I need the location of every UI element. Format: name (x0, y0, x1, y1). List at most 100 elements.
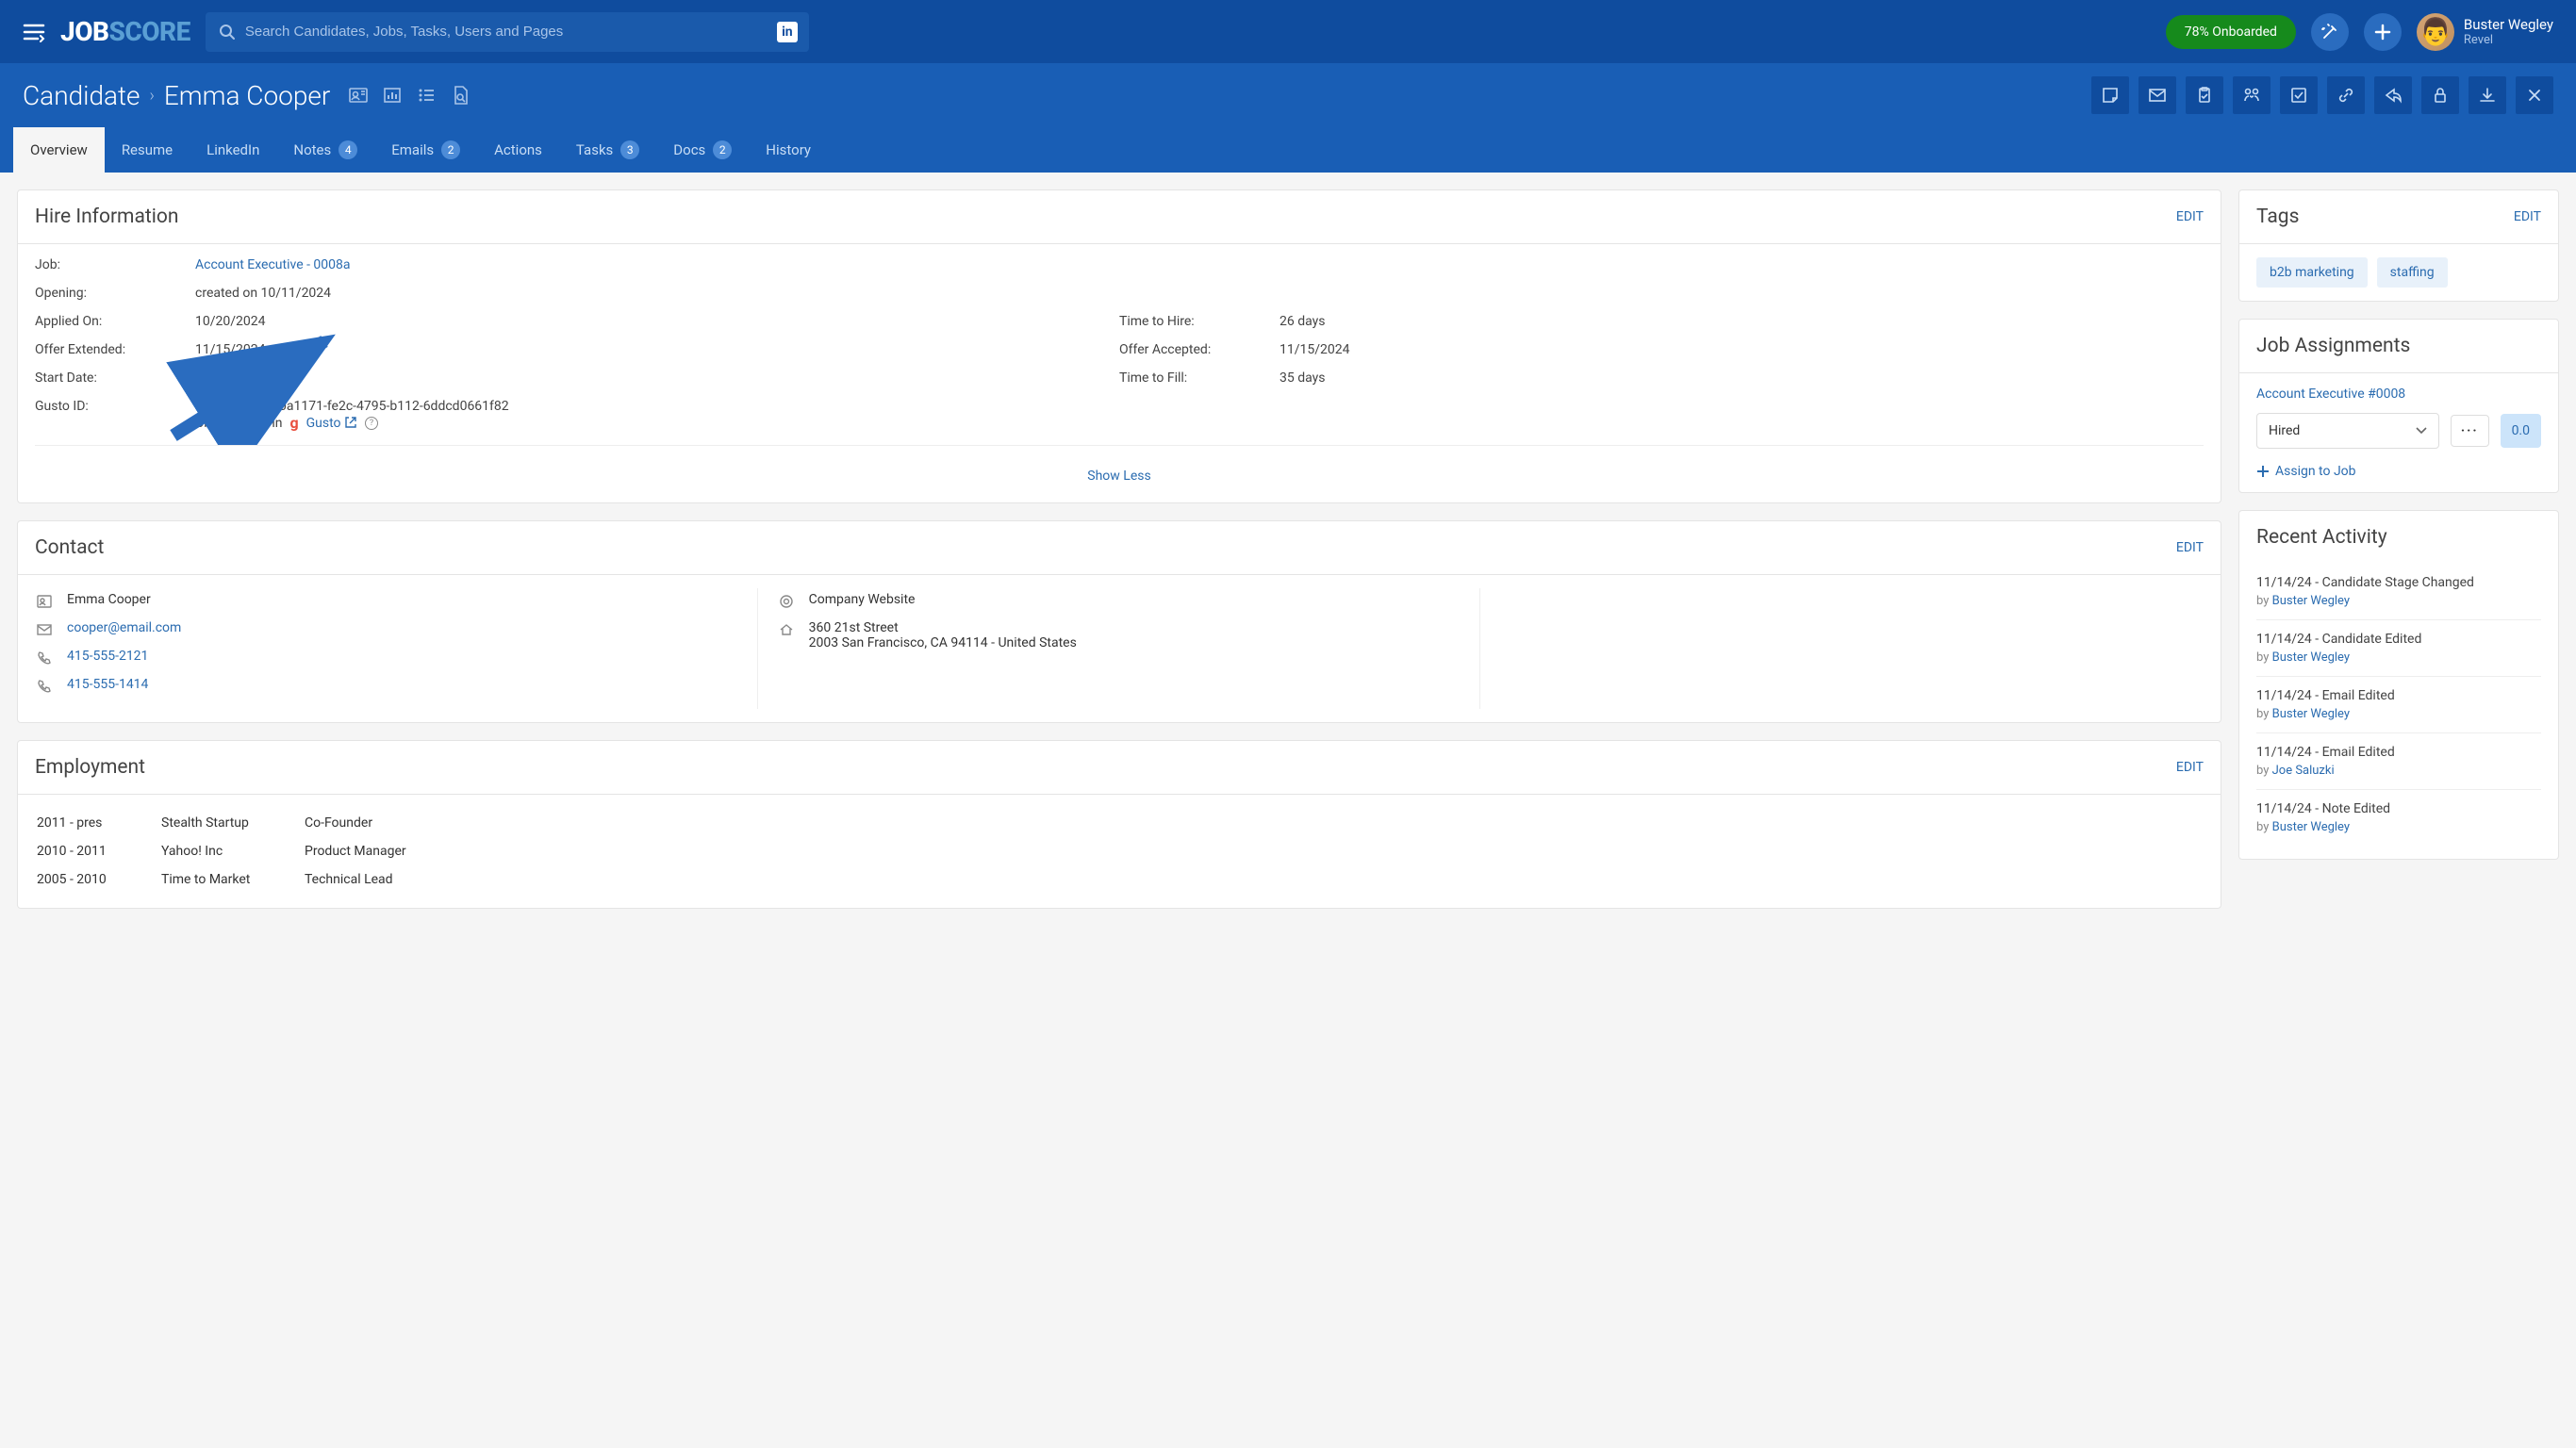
user-name: Buster Wegley (2464, 16, 2553, 33)
contact-title: Contact (35, 536, 104, 559)
lock-action[interactable] (2421, 76, 2459, 114)
recent-activity-title: Recent Activity (2256, 526, 2387, 549)
candidate-name: Emma Cooper (164, 80, 330, 111)
edit-hire-button[interactable]: EDIT (2176, 209, 2204, 224)
employment-title: Employment (35, 756, 145, 779)
tab-emails[interactable]: Emails2 (374, 127, 477, 173)
breadcrumb-root[interactable]: Candidate (23, 80, 140, 111)
employment-company: Stealth Startup (161, 810, 303, 836)
activity-item: 11/14/24 - Candidate Stage Changedby Bus… (2256, 564, 2541, 620)
contact-email[interactable]: cooper@email.com (67, 620, 181, 635)
job-label: Job: (35, 257, 195, 272)
search-input[interactable] (245, 24, 796, 40)
activity-by: by Buster Wegley (2256, 820, 2541, 834)
contact-phone-1[interactable]: 415-555-2121 (67, 649, 148, 664)
tags-title: Tags (2256, 206, 2299, 228)
edit-tags-button[interactable]: EDIT (2514, 209, 2541, 224)
check-action[interactable] (2280, 76, 2318, 114)
linkedin-search-icon[interactable]: in (777, 22, 798, 42)
tag[interactable]: b2b marketing (2256, 257, 2368, 288)
tab-notes[interactable]: Notes4 (276, 127, 374, 173)
time-to-fill-value: 35 days (1280, 370, 2204, 386)
job-assignment-link[interactable]: Account Executive #0008 (2256, 387, 2541, 402)
offer-accepted-label: Offer Accepted: (1119, 342, 1280, 357)
show-less-link[interactable]: Show Less (1087, 469, 1150, 484)
start-date-label: Start Date: (35, 370, 195, 386)
employment-role: Technical Lead (305, 866, 2202, 893)
home-icon (777, 622, 796, 637)
gusto-id-value: employees/2d0a1171-fe2c-4795-b112-6ddcd0… (195, 399, 2204, 414)
edit-employment-button[interactable]: EDIT (2176, 760, 2204, 775)
jobscore-logo[interactable]: JOBSCORE (60, 17, 190, 47)
activity-title: 11/14/24 - Note Edited (2256, 801, 2541, 816)
score-button[interactable]: 0.0 (2501, 414, 2541, 448)
activity-item: 11/14/24 - Email Editedby Buster Wegley (2256, 677, 2541, 733)
opening-value: created on 10/11/2024 (195, 286, 2204, 301)
activity-title: 11/14/24 - Email Edited (2256, 688, 2541, 703)
time-to-fill-label: Time to Fill: (1119, 370, 1280, 386)
tag[interactable]: staffing (2377, 257, 2448, 288)
list-icon[interactable] (415, 84, 438, 107)
activity-user-link[interactable]: Buster Wegley (2272, 820, 2350, 834)
tab-overview[interactable]: Overview (13, 127, 105, 173)
more-options-button[interactable]: ··· (2451, 415, 2489, 447)
stage-select[interactable]: Hired (2256, 413, 2439, 449)
job-link[interactable]: Account Executive - 0008a (195, 257, 351, 272)
tab-docs[interactable]: Docs2 (656, 127, 749, 173)
applied-on-label: Applied On: (35, 314, 195, 329)
avatar: 👨 (2417, 13, 2454, 51)
contact-phone-2[interactable]: 415-555-1414 (67, 677, 148, 692)
activity-user-link[interactable]: Buster Wegley (2272, 707, 2350, 721)
gusto-id-label: Gusto ID: (35, 399, 195, 432)
file-search-icon[interactable] (449, 84, 471, 107)
search-bar[interactable]: in (206, 12, 809, 52)
phone-icon (35, 650, 54, 666)
gusto-link[interactable]: Gusto (306, 416, 357, 431)
relation-action[interactable] (2233, 76, 2271, 114)
external-link-icon (344, 416, 357, 429)
employment-company: Yahoo! Inc (161, 838, 303, 864)
employment-row: 2010 - 2011Yahoo! IncProduct Manager (37, 838, 2202, 864)
tab-history[interactable]: History (749, 127, 828, 173)
note-action[interactable] (2091, 76, 2129, 114)
notes-count-badge: 4 (339, 140, 357, 159)
chevron-right-icon: › (150, 86, 155, 106)
tab-linkedin[interactable]: LinkedIn (190, 127, 276, 173)
onboarded-pill[interactable]: 78% Onboarded (2166, 15, 2296, 49)
time-to-hire-value: 26 days (1280, 314, 2204, 329)
contact-name: Emma Cooper (67, 592, 151, 607)
user-menu[interactable]: 👨 Buster Wegley Revel (2417, 13, 2553, 51)
id-card-icon[interactable] (347, 84, 370, 107)
tab-resume[interactable]: Resume (105, 127, 190, 173)
add-button[interactable] (2364, 13, 2402, 51)
activity-user-link[interactable]: Buster Wegley (2272, 594, 2350, 608)
job-assignments-title: Job Assignments (2256, 335, 2410, 357)
help-icon[interactable]: ? (365, 417, 378, 430)
activity-user-link[interactable]: Buster Wegley (2272, 650, 2350, 665)
employment-row: 2011 - presStealth StartupCo-Founder (37, 810, 2202, 836)
tab-tasks[interactable]: Tasks3 (559, 127, 656, 173)
chart-icon[interactable] (381, 84, 404, 107)
link-action[interactable] (2327, 76, 2365, 114)
edit-contact-button[interactable]: EDIT (2176, 540, 2204, 555)
download-action[interactable] (2469, 76, 2506, 114)
activity-title: 11/14/24 - Candidate Stage Changed (2256, 575, 2541, 590)
activity-user-link[interactable]: Joe Saluzki (2272, 764, 2335, 778)
breadcrumb: Candidate › Emma Cooper (23, 80, 471, 111)
assign-to-job-button[interactable]: Assign to Job (2256, 464, 2541, 479)
email-action[interactable] (2138, 76, 2176, 114)
offer-extended-label: Offer Extended: (35, 342, 195, 357)
share-action[interactable] (2374, 76, 2412, 114)
employment-company: Time to Market (161, 866, 303, 893)
address-line-1: 360 21st Street (809, 620, 1077, 635)
wand-button[interactable] (2311, 13, 2349, 51)
activity-item: 11/14/24 - Candidate Editedby Buster Weg… (2256, 620, 2541, 677)
activity-title: 11/14/24 - Email Edited (2256, 745, 2541, 760)
clipboard-action[interactable] (2186, 76, 2223, 114)
menu-icon[interactable] (23, 22, 45, 42)
tab-actions[interactable]: Actions (477, 127, 559, 173)
company-icon (777, 594, 796, 609)
click-to-view-text: Click to view in (195, 416, 282, 431)
offer-accepted-value: 11/15/2024 (1280, 342, 2204, 357)
close-action[interactable] (2516, 76, 2553, 114)
